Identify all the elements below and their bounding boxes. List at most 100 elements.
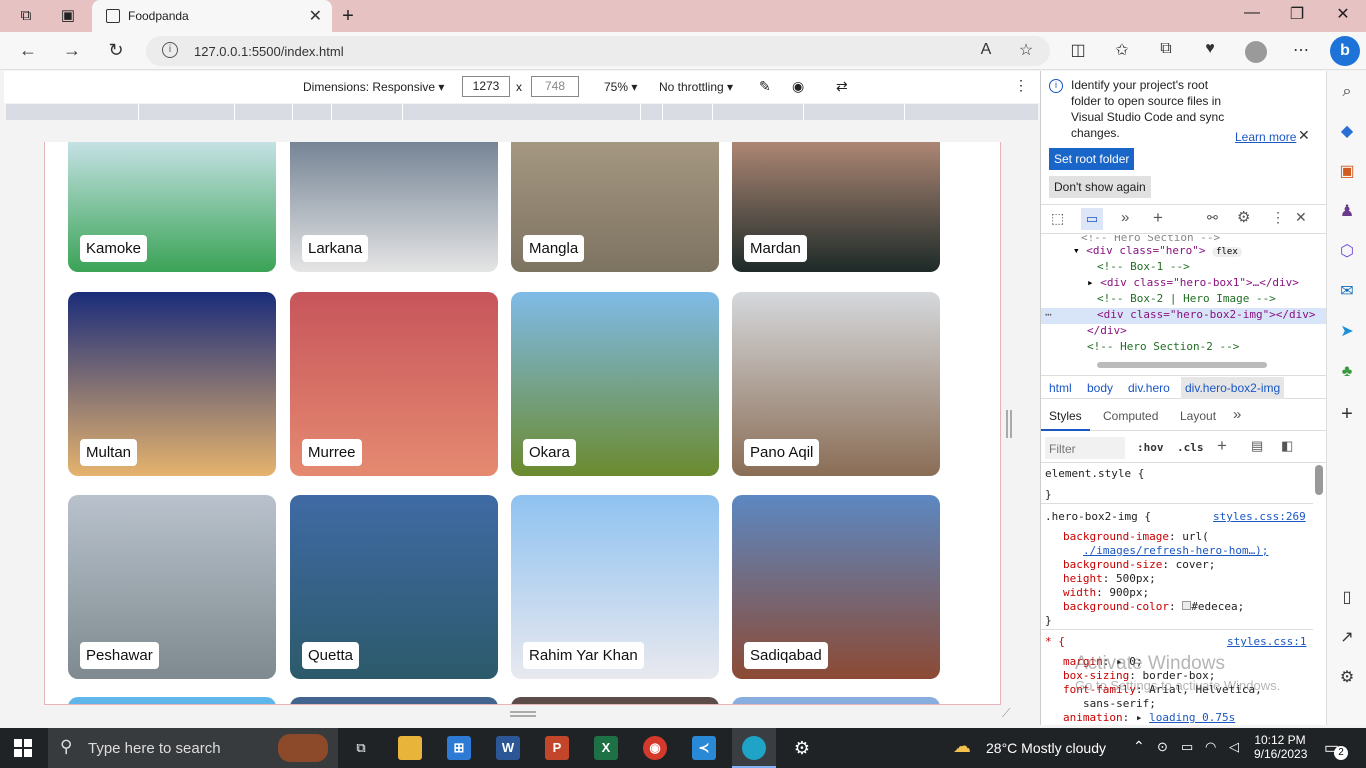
city-card[interactable]: Multan [68,292,276,476]
css-property[interactable]: background-size [1063,558,1162,571]
wifi-icon[interactable]: ◠ [1205,739,1216,755]
outlook-icon[interactable]: ✉ [1336,281,1358,303]
copilot-icon[interactable]: b [1330,36,1360,66]
inspect-icon[interactable]: ⬚ [1051,210,1064,227]
dom-node-selected[interactable]: ⋯ <div class="hero-box2-img"></div> [1041,308,1327,324]
learn-more-link[interactable]: Learn more [1235,130,1296,144]
extensions-icon[interactable]: ♥ [1198,40,1222,58]
horizontal-scrollbar[interactable] [1097,362,1267,368]
set-root-folder-button[interactable]: Set root folder [1049,148,1135,170]
refresh-icon[interactable]: ↻ [104,40,128,61]
meet-now-icon[interactable]: ⊙ [1157,739,1168,755]
tab-actions-icon[interactable]: ▣ [58,6,78,26]
dom-comment[interactable]: <!-- Box-1 --> [1097,260,1190,273]
flex-badge[interactable]: flex [1212,247,1242,257]
back-icon[interactable]: ← [16,40,40,61]
dimensions-dropdown[interactable]: Dimensions: Responsive ▾ [303,80,444,94]
city-card[interactable]: Mardan [732,142,940,272]
tab-close-icon[interactable]: ✕ [309,6,322,26]
computed-style-icon[interactable]: ▤ [1251,438,1263,454]
css-property[interactable]: animation [1063,711,1123,724]
rule-selector[interactable]: * { [1045,635,1065,648]
rotate-icon[interactable]: ⇄ [836,78,848,95]
media-query-ruler[interactable] [6,104,1038,120]
width-input[interactable]: 1273 [462,76,510,97]
city-card[interactable] [290,697,498,704]
shopping-tag-icon[interactable]: ◆ [1336,121,1358,143]
city-card[interactable]: Rahim Yar Khan [511,495,719,679]
new-tab-button[interactable]: + [338,6,358,26]
word-icon[interactable]: W [496,736,520,760]
window-close-icon[interactable]: ✕ [1328,4,1358,24]
notice-close-icon[interactable]: ✕ [1298,127,1310,144]
tab-layout[interactable]: Layout [1180,409,1216,423]
device-more-icon[interactable]: ⋮ [1014,77,1028,94]
css-property[interactable]: background-color [1063,600,1169,613]
vscode-icon[interactable]: ≺ [692,736,716,760]
resize-handle-bottom[interactable] [510,711,536,717]
collections-icon[interactable]: ⧉ [1154,40,1178,58]
more-options-icon[interactable]: ⋯ [1289,40,1313,60]
new-rule-icon[interactable]: + [1217,436,1227,456]
breadcrumb-item[interactable]: div.hero-box2-img [1181,377,1285,399]
css-value[interactable]: url( [1182,530,1209,543]
store-icon[interactable]: ⊞ [447,736,471,760]
favorite-star-icon[interactable]: ☆ [1014,40,1038,60]
windows-start-icon[interactable] [14,739,32,757]
add-sidebar-icon[interactable]: + [1336,403,1358,425]
css-property[interactable]: background-image [1063,530,1169,543]
dom-node[interactable]: ▾ <div class="hero"> flex [1073,244,1242,257]
css-property[interactable]: height [1063,572,1103,585]
address-bar[interactable]: i 127.0.0.1:5500/index.html A ☆ [146,36,1050,66]
battery-icon[interactable]: ▭ [1181,739,1193,755]
show-hidden-icons[interactable]: ⌃ [1133,738,1145,755]
favorites-icon[interactable]: ✩ [1110,40,1134,60]
search-icon[interactable]: ⌕ [1336,81,1358,103]
clock[interactable]: 10:12 PM 9/16/2023 [1254,733,1307,761]
vision-icon[interactable]: ◉ [792,78,804,95]
restore-icon[interactable]: ❐ [1282,4,1312,24]
city-card[interactable] [732,697,940,704]
add-tool-icon[interactable]: + [1153,208,1163,228]
more-tabs-icon[interactable]: » [1233,406,1241,423]
minimize-icon[interactable]: — [1237,4,1267,22]
settings-icon[interactable]: ⚙ [790,736,814,760]
tree-icon[interactable]: ♣ [1336,361,1358,383]
city-card[interactable]: Quetta [290,495,498,679]
throttling-dropdown[interactable]: No throttling ▾ [659,80,733,94]
url-text[interactable]: 127.0.0.1:5500/index.html [194,44,344,59]
device-mode-icon[interactable]: ▭ [1081,208,1103,230]
chrome-icon[interactable]: ◉ [643,736,667,760]
breadcrumb-item[interactable]: html [1049,381,1072,395]
css-property[interactable]: width [1063,586,1096,599]
read-aloud-icon[interactable]: A [974,41,998,59]
dont-show-again-button[interactable]: Don't show again [1049,176,1151,198]
sidebar-toggle-icon[interactable]: ◧ [1281,438,1293,454]
devtools-close-icon[interactable]: ✕ [1295,209,1307,226]
external-link-icon[interactable]: ↗ [1336,627,1358,649]
dom-node[interactable]: </div> [1087,324,1127,337]
css-value[interactable]: cover; [1176,558,1216,571]
city-card[interactable]: Pano Aqil [732,292,940,476]
dom-comment[interactable]: <!-- Hero Section-2 --> [1087,340,1239,353]
city-card[interactable]: Kamoke [68,142,276,272]
city-card[interactable]: Larkana [290,142,498,272]
city-card[interactable]: Peshawar [68,495,276,679]
weather-text[interactable]: 28°C Mostly cloudy [986,740,1106,756]
color-swatch[interactable] [1182,601,1192,610]
file-explorer-icon[interactable] [398,736,422,760]
css-value[interactable]: 500px; [1116,572,1156,585]
volume-icon[interactable]: ◁ [1229,739,1239,755]
city-card[interactable]: Okara [511,292,719,476]
rule-source-link[interactable]: styles.css:1 [1227,635,1306,648]
zoom-dropdown[interactable]: 75% ▾ [604,80,637,94]
games-icon[interactable]: ♟ [1336,201,1358,223]
sidebar-settings-icon[interactable]: ⚙ [1336,667,1358,689]
city-card[interactable] [68,697,276,704]
forward-icon[interactable]: → [60,40,84,61]
city-card[interactable]: Sadiqabad [732,495,940,679]
site-info-icon[interactable]: i [162,42,178,58]
element-style-selector[interactable]: element.style { [1045,467,1144,480]
send-icon[interactable]: ➤ [1336,321,1358,343]
dom-comment[interactable]: <!-- Box-2 | Hero Image --> [1097,292,1276,305]
